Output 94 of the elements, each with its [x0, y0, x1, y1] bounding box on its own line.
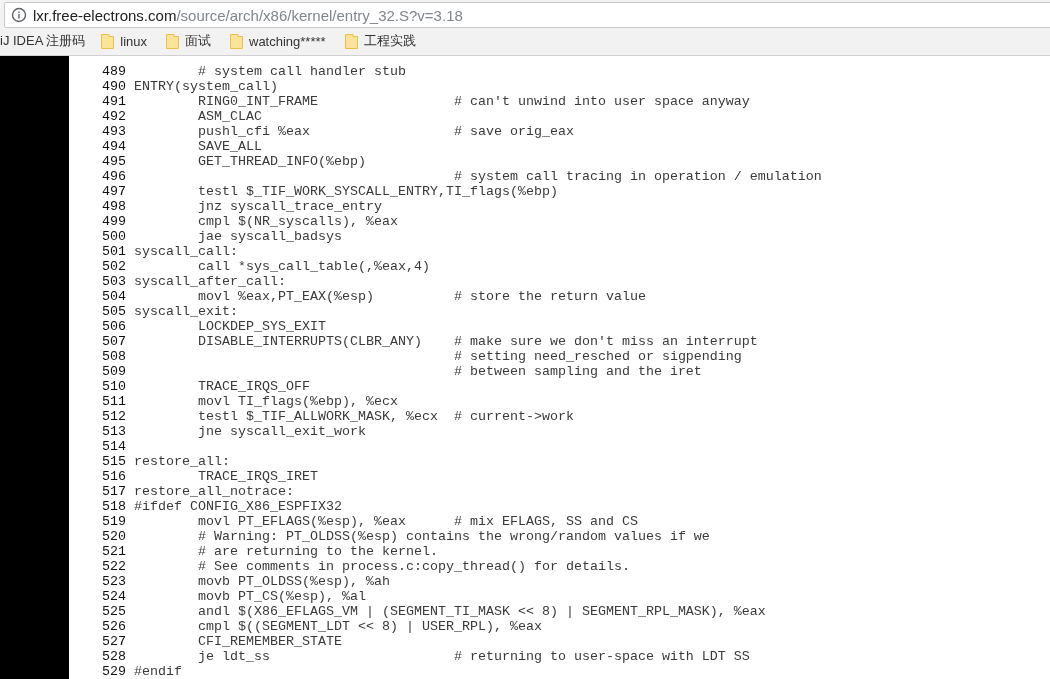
code-line: # Warning: PT_OLDSS(%esp) contains the wrong/random values if we: [197, 529, 710, 544]
line-number[interactable]: 494: [102, 139, 126, 154]
code-line: CFI_REMEMBER_STATE: [197, 634, 342, 649]
line-number[interactable]: 527: [102, 634, 126, 649]
line-number[interactable]: 508: [102, 349, 126, 364]
code-line: TRACE_IRQS_OFF: [197, 379, 310, 394]
code-line: pushl_cfi %eax # save orig_eax: [197, 124, 574, 139]
line-number[interactable]: 490: [102, 79, 126, 94]
code-line: #endif: [134, 664, 182, 679]
line-number[interactable]: 497: [102, 184, 126, 199]
code-line: ENTRY(system_call): [134, 79, 278, 94]
line-number[interactable]: 496: [102, 169, 126, 184]
folder-icon[interactable]: [101, 33, 115, 49]
code-line: #ifdef CONFIG_X86_ESPFIX32: [134, 499, 342, 514]
line-number[interactable]: 505: [102, 304, 126, 319]
line-number[interactable]: 522: [102, 559, 126, 574]
bookmark-folder[interactable]: 工程实践: [363, 32, 416, 50]
code-line: DISABLE_INTERRUPTS(CLBR_ANY) # make sure we don't miss an interrupt: [197, 334, 758, 349]
code-line: SAVE_ALL: [197, 139, 262, 154]
line-number[interactable]: 493: [102, 124, 126, 139]
line-number[interactable]: 495: [102, 154, 126, 169]
code-line: cmpl $(NR_syscalls), %eax: [197, 214, 398, 229]
line-number[interactable]: 509: [102, 364, 126, 379]
code-line: # between sampling and the iret: [452, 364, 702, 379]
code-line: # system call tracing in operation / emulation: [452, 169, 822, 184]
line-number[interactable]: 511: [102, 394, 126, 409]
code-line: call *sys_call_table(,%eax,4): [197, 259, 430, 274]
code-line: testl $_TIF_ALLWORK_MASK, %ecx # current->work: [197, 409, 574, 424]
code-line: cmpl $((SEGMENT_LDT << 8) | USER_RPL), %eax: [197, 619, 542, 634]
bookmark-folder[interactable]: watching*****: [249, 33, 326, 49]
line-number[interactable]: 523: [102, 574, 126, 589]
url-path: /source/arch/x86/kernel/entry_32.S?v=3.18: [176, 6, 463, 24]
code-line: movl %eax,PT_EAX(%esp) # store the return value: [197, 289, 646, 304]
line-number[interactable]: 521: [102, 544, 126, 559]
code-line: LOCKDEP_SYS_EXIT: [197, 319, 326, 334]
code-line: # are returning to the kernel.: [197, 544, 438, 559]
code-line: movl TI_flags(%ebp), %ecx: [197, 394, 398, 409]
line-number[interactable]: 515: [102, 454, 126, 469]
line-number[interactable]: 500: [102, 229, 126, 244]
code-line: GET_THREAD_INFO(%ebp): [197, 154, 366, 169]
info-icon[interactable]: [11, 7, 27, 23]
code-line: restore_all:: [134, 454, 230, 469]
line-number[interactable]: 502: [102, 259, 126, 274]
line-number[interactable]: 510: [102, 379, 126, 394]
line-number[interactable]: 525: [102, 604, 126, 619]
line-number[interactable]: 489: [102, 64, 126, 79]
line-number[interactable]: 491: [102, 94, 126, 109]
code-line: # See comments in process.c:copy_thread() for details.: [197, 559, 630, 574]
code-line: ASM_CLAC: [197, 109, 262, 124]
folder-icon[interactable]: [166, 33, 179, 49]
code-line: # setting need_resched or sigpending: [452, 349, 742, 364]
line-number[interactable]: 498: [102, 199, 126, 214]
bookmark-folder[interactable]: linux: [120, 33, 147, 49]
bookmark-folder[interactable]: 面试: [185, 32, 211, 50]
address-bar[interactable]: lxr.free-electrons.com/source/arch/x86/kernel/entry_32.S?v=3.18: [4, 2, 1050, 28]
bookmark-link[interactable]: iJ IDEA 注册码: [0, 32, 86, 50]
line-number[interactable]: 529: [102, 664, 126, 679]
code-line: jnz syscall_trace_entry: [197, 199, 382, 214]
code-line: movb PT_CS(%esp), %al: [197, 589, 366, 604]
code-line: movb PT_OLDSS(%esp), %ah: [197, 574, 390, 589]
line-number[interactable]: 499: [102, 214, 126, 229]
line-number[interactable]: 507: [102, 334, 126, 349]
line-number[interactable]: 503: [102, 274, 126, 289]
code-line: jne syscall_exit_work: [197, 424, 366, 439]
line-number[interactable]: 517: [102, 484, 126, 499]
code-line: # system call handler stub: [197, 64, 406, 79]
line-number[interactable]: 519: [102, 514, 126, 529]
folder-icon[interactable]: [344, 33, 358, 49]
url-host: lxr.free-electrons.com: [33, 6, 177, 24]
line-number[interactable]: 504: [102, 289, 126, 304]
code-line: RING0_INT_FRAME # can't unwind into user space anyway: [197, 94, 750, 109]
code-line: testl $_TIF_WORK_SYSCALL_ENTRY,TI_flags(%ebp): [197, 184, 558, 199]
line-number[interactable]: 520: [102, 529, 126, 544]
line-number[interactable]: 512: [102, 409, 126, 424]
line-number[interactable]: 506: [102, 319, 126, 334]
line-number[interactable]: 516: [102, 469, 126, 484]
line-number[interactable]: 528: [102, 649, 126, 664]
code-line: syscall_call:: [134, 244, 238, 259]
line-number[interactable]: 526: [102, 619, 126, 634]
code-line: syscall_exit:: [134, 304, 238, 319]
line-number[interactable]: 518: [102, 499, 126, 514]
line-number[interactable]: 492: [102, 109, 126, 124]
code-line: andl $(X86_EFLAGS_VM | (SEGMENT_TI_MASK << 8) | SEGMENT_RPL_MASK), %eax: [197, 604, 766, 619]
line-number[interactable]: 514: [102, 439, 126, 454]
code-line: je ldt_ss # returning to user-space with LDT SS: [197, 649, 750, 664]
code-line: restore_all_notrace:: [134, 484, 294, 499]
line-number[interactable]: 501: [102, 244, 126, 259]
code-line: syscall_after_call:: [134, 274, 286, 289]
line-number[interactable]: 513: [102, 424, 126, 439]
code-line: jae syscall_badsys: [197, 229, 342, 244]
code-line: movl PT_EFLAGS(%esp), %eax # mix EFLAGS, SS and CS: [197, 514, 638, 529]
line-number[interactable]: 524: [102, 589, 126, 604]
folder-icon[interactable]: [230, 33, 243, 49]
code-line: TRACE_IRQS_IRET: [197, 469, 318, 484]
